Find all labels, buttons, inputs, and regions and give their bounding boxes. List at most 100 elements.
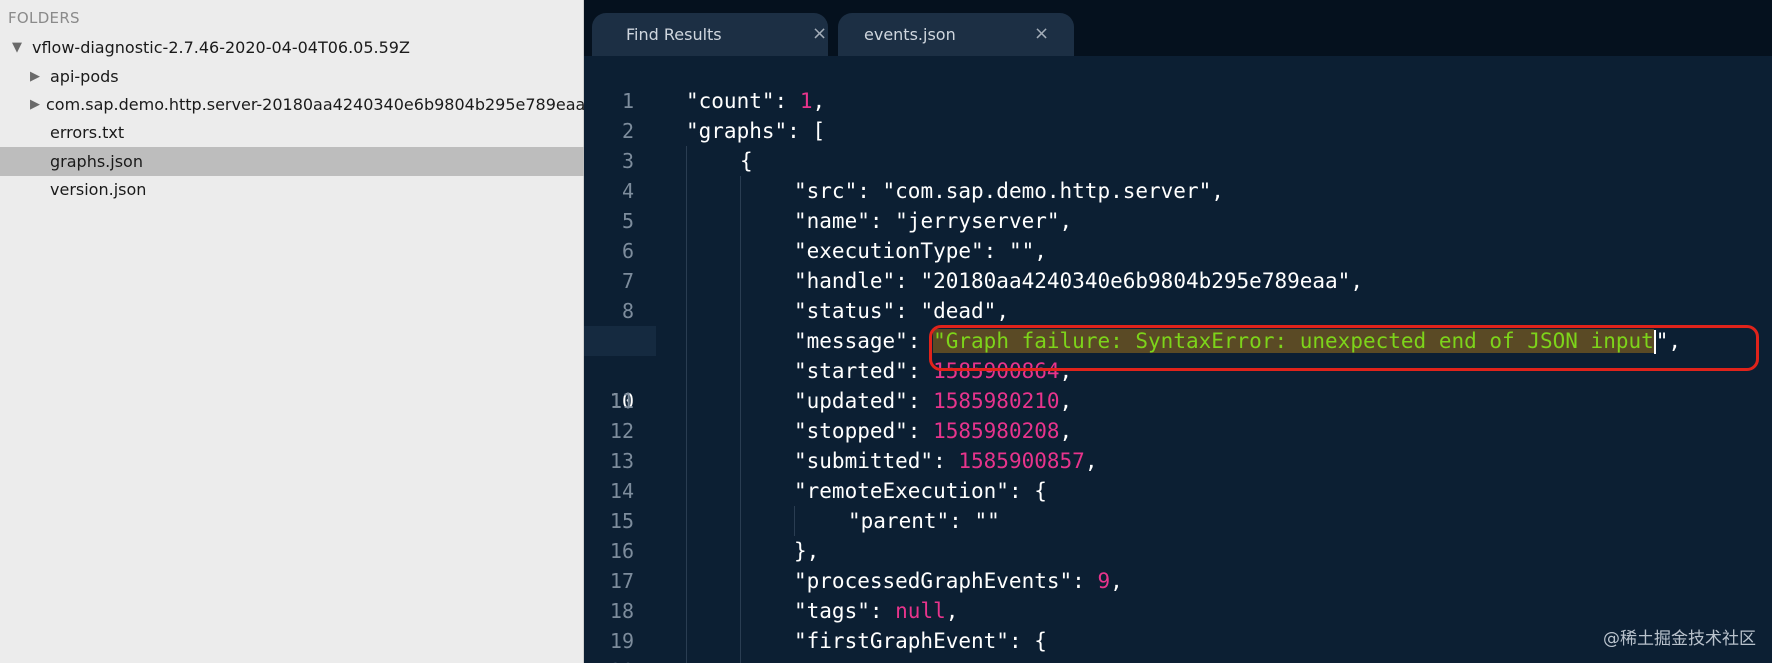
tab-events-json-label: events.json xyxy=(864,25,956,44)
json-key: "count" xyxy=(686,89,775,113)
json-punct: : xyxy=(774,89,800,113)
json-punct: : xyxy=(869,209,896,233)
folder-http-server[interactable]: ▶ com.sap.demo.http.server-20180aa424034… xyxy=(0,90,586,119)
json-string: "com.sap.demo.http.server" xyxy=(882,179,1212,203)
file-version-json[interactable]: version.json xyxy=(0,175,584,204)
json-punct: : { xyxy=(1008,479,1047,503)
code-line: 17 }, xyxy=(584,536,1772,593)
folder-http-server-label: com.sap.demo.http.server-20180aa4240340e… xyxy=(46,95,586,114)
json-punct: , xyxy=(1059,419,1073,443)
code-line: 8 "handle": "20180aa4240340e6b9804b295e7… xyxy=(584,266,1772,323)
json-punct: , xyxy=(812,89,826,113)
json-string: "jerryserver" xyxy=(895,209,1060,233)
code-line: 13 "stopped": 1585980208, xyxy=(584,416,1772,473)
tab-events-json[interactable]: events.json × xyxy=(838,13,1074,56)
json-punct: : xyxy=(857,179,883,203)
code-line: 14 "submitted": 1585900857, xyxy=(584,446,1772,503)
folder-api-pods[interactable]: ▶ api-pods xyxy=(0,62,584,91)
code-line: 9 "status": "dead", xyxy=(584,296,1772,353)
json-punct: , xyxy=(1059,209,1073,233)
watermark: @稀土掘金技术社区 xyxy=(1603,629,1756,649)
close-icon[interactable]: × xyxy=(812,23,827,44)
json-punct: : { xyxy=(1008,629,1047,653)
json-punct: , xyxy=(1084,449,1098,473)
json-punct: , xyxy=(945,599,959,623)
json-key: "handle" xyxy=(794,269,896,293)
code-line: 7 "executionType": "", xyxy=(584,236,1772,293)
json-key: "tags" xyxy=(794,599,870,623)
json-key: "firstGraphEvent" xyxy=(794,629,1009,653)
tab-find-results[interactable]: Find Results × xyxy=(592,13,828,56)
json-punct: : xyxy=(895,299,921,323)
json-key: "submitted" xyxy=(794,449,934,473)
json-key: "graphs" xyxy=(686,119,788,143)
json-key: "status" xyxy=(794,299,896,323)
json-number: 1585980210 xyxy=(933,389,1060,413)
json-string: "" xyxy=(1008,239,1035,263)
code-line: 16 "parent": "" xyxy=(584,506,1772,563)
tab-find-results-label: Find Results xyxy=(626,25,722,44)
collapse-arrow-icon[interactable]: ▶ xyxy=(30,69,44,84)
json-punct: : xyxy=(983,239,1009,263)
file-graphs-json[interactable]: graphs.json xyxy=(0,147,584,176)
json-punct: : xyxy=(869,599,896,623)
json-punct: }, xyxy=(794,539,820,563)
json-punct: : [ xyxy=(787,119,826,143)
json-punct: : xyxy=(933,449,959,473)
json-number: 1585900857 xyxy=(958,449,1085,473)
json-key: "processedGraphEvents" xyxy=(794,569,1073,593)
json-key: "parent" xyxy=(848,509,950,533)
json-string: "20180aa4240340e6b9804b295e789eaa" xyxy=(920,269,1351,293)
json-punct: : xyxy=(907,389,934,413)
folders-header: FOLDERS xyxy=(8,9,80,27)
collapse-arrow-icon[interactable]: ▶ xyxy=(30,97,40,112)
json-number: 1 xyxy=(799,89,813,113)
json-key: "started" xyxy=(794,359,908,383)
code-line: 15 "remoteExecution": { xyxy=(584,476,1772,533)
json-key: "message" xyxy=(794,329,908,353)
folder-root[interactable]: ▼ vflow-diagnostic-2.7.46-2020-04-04T06.… xyxy=(0,33,584,62)
json-key: "src" xyxy=(794,179,858,203)
folder-api-pods-label: api-pods xyxy=(50,67,119,86)
json-punct: , xyxy=(1211,179,1224,203)
json-number: 9 xyxy=(1097,569,1111,593)
json-key: "remoteExecution" xyxy=(794,479,1009,503)
json-punct: , xyxy=(1059,389,1073,413)
file-errors-txt-label: errors.txt xyxy=(50,123,125,142)
sidebar: FOLDERS ▼ vflow-diagnostic-2.7.46-2020-0… xyxy=(0,0,586,663)
json-punct: : xyxy=(907,419,934,443)
json-string: "dead" xyxy=(920,299,997,323)
json-punct: , xyxy=(996,299,1009,323)
tab-bar: Find Results × events.json × xyxy=(584,0,1772,56)
code-line: 20 "firstGraphEvent": { xyxy=(584,626,1772,663)
json-punct: , xyxy=(1350,269,1363,293)
code-line: 6 "name": "jerryserver", xyxy=(584,206,1772,263)
code-line: 19 "tags": null, xyxy=(584,596,1772,653)
json-string: "" xyxy=(974,509,1000,533)
json-punct: : xyxy=(1072,569,1098,593)
file-errors-txt[interactable]: errors.txt xyxy=(0,118,584,147)
line-number: 20 xyxy=(584,656,634,663)
json-punct: { xyxy=(740,149,753,173)
json-key: "executionType" xyxy=(794,239,984,263)
code-line: 5 "src": "com.sap.demo.http.server", xyxy=(584,176,1772,233)
json-null: null xyxy=(895,599,946,623)
json-punct: , xyxy=(1110,569,1123,593)
json-punct: : xyxy=(949,509,975,533)
file-version-json-label: version.json xyxy=(50,180,147,199)
file-graphs-json-label: graphs.json xyxy=(50,152,143,171)
code-line: 2 "count": 1, xyxy=(584,86,1772,143)
json-key: "name" xyxy=(794,209,870,233)
expand-arrow-icon[interactable]: ▼ xyxy=(12,40,26,55)
code-line: 1 xyxy=(584,56,1772,113)
close-icon[interactable]: × xyxy=(1034,23,1049,44)
json-punct: , xyxy=(1034,239,1047,263)
code-line: 4 { xyxy=(584,146,1772,203)
error-highlight-annotation xyxy=(929,325,1759,371)
code-line: 18 "processedGraphEvents": 9, xyxy=(584,566,1772,623)
code-line: 3 "graphs": [ xyxy=(584,116,1772,173)
folder-root-label: vflow-diagnostic-2.7.46-2020-04-04T06.05… xyxy=(32,38,410,57)
json-number: 1585980208 xyxy=(933,419,1060,443)
code-line: 12 "updated": 1585980210, xyxy=(584,386,1772,443)
json-punct: : xyxy=(895,269,921,293)
